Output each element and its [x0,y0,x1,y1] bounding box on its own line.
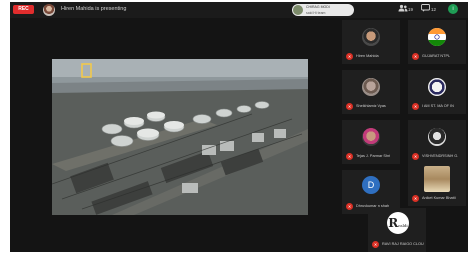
shared-screen [52,59,308,215]
recording-badge: REC [13,5,34,14]
mic-off-icon: ✕ [346,153,353,160]
participant-avatar [428,128,446,146]
participant-tile[interactable]: ✕ I AM ST. MA OF IN [408,70,466,114]
logo-letter: R [388,216,399,230]
mic-off-icon: ✕ [412,195,419,202]
mic-off-icon: ✕ [412,53,419,60]
participant-avatar [362,78,380,96]
participant-name: Hiren Mahida [356,54,379,58]
participant-count: 19 [408,7,414,12]
mic-off-icon: ✕ [346,103,353,110]
participant-name: I AM ST. MA OF IN [422,104,454,108]
meeting-window: REC Hiren Mahida is presenting CHIRAG MO… [10,2,468,252]
participant-logo-avatar: Rraldi [387,212,409,234]
participant-name: RAVI RAJ RAIGO CLOUDI [382,242,424,246]
info-icon[interactable]: i [448,4,458,14]
participant-name: GUJARAT NTPL [422,54,451,58]
participant-avatar [362,28,380,46]
participant-tile[interactable]: ✕ VISHVENDRSINH G. [408,120,466,164]
presenter-avatar [43,4,55,16]
participant-avatar [428,78,446,96]
presenting-status: Hiren Mahida is presenting [61,6,127,12]
logo-subtext: raldi [398,223,408,228]
industrial-aerial-photo [52,59,308,215]
top-bar: REC Hiren Mahida is presenting CHIRAG MO… [10,2,468,18]
participant-tile[interactable]: ✕ Sheikhlamiz Vyas [342,70,400,114]
participant-name: Aniket Kumar Bhatti [422,196,456,200]
participant-tile[interactable]: ✕ Aniket Kumar Bhatti [408,162,466,206]
mic-off-icon: ✕ [412,103,419,110]
notification-avatar [293,5,303,15]
notification-sender: CHIRAG MODI [306,5,330,9]
mic-off-icon: ✕ [412,153,419,160]
participant-avatar [428,28,446,46]
chat-notification[interactable]: CHIRAG MODI said Hi team [292,4,354,16]
participant-name: Tejas J. Parmar Shri [356,154,391,158]
participant-letter-avatar: D [362,176,380,194]
participant-tile[interactable]: Rraldi ✕ RAVI RAJ RAIGO CLOUDI [368,208,426,252]
notification-message: said Hi team [306,10,326,15]
mic-off-icon: ✕ [346,53,353,60]
participant-name: Sheikhlamiz Vyas [356,104,386,108]
participant-tile[interactable]: ✕ Hiren Mahida [342,20,400,64]
participant-tile[interactable]: ✕ GUJARAT NTPL [408,20,466,64]
participant-avatar [362,128,380,146]
participant-name: VISHVENDRSINH G. [422,154,459,158]
participant-video-thumbnail [424,166,450,192]
emblem-icon [428,28,446,46]
participant-tile[interactable]: ✕ Tejas J. Parmar Shri [342,120,400,164]
chat-count: 12 [431,7,437,12]
mic-off-icon: ✕ [372,241,379,248]
mic-off-icon: ✕ [346,203,353,210]
